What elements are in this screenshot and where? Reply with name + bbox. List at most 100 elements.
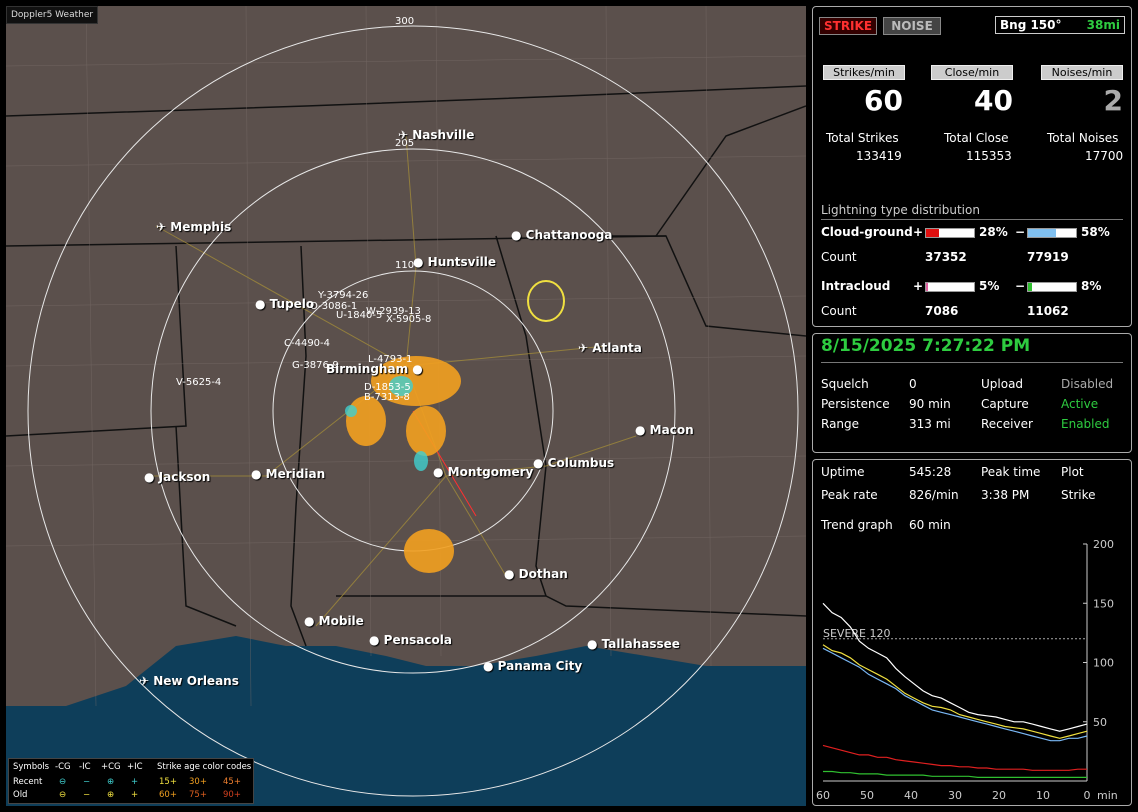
storm-tag[interactable]: B-7313-8: [364, 392, 410, 403]
range-label: Range: [821, 417, 860, 431]
city-atlanta: ✈ Atlanta: [578, 341, 642, 355]
city-huntsville: ● Huntsville: [413, 255, 496, 269]
ic-positive-pct: 5%: [979, 279, 1000, 293]
cg-negative-pct: 58%: [1081, 225, 1110, 239]
city-dot-icon: ●: [504, 567, 515, 581]
airport-icon: ✈: [398, 128, 409, 142]
bar-fill: [926, 229, 940, 237]
city-dothan: ● Dothan: [504, 567, 568, 581]
total-close-label: Total Close: [944, 131, 1009, 145]
city-dot-icon: ●: [144, 470, 155, 484]
squelch-value[interactable]: 0: [909, 377, 917, 391]
airport-icon: ✈: [139, 674, 150, 688]
pos-cg-icon: ⊕: [107, 790, 115, 800]
range-value[interactable]: 313 mi: [909, 417, 951, 431]
storm-tag[interactable]: V-5625-4: [176, 377, 221, 388]
uptime-label: Uptime: [821, 465, 865, 479]
age-code: 90+: [223, 790, 241, 800]
strike-button[interactable]: STRIKE: [819, 17, 877, 35]
total-close: 115353: [966, 149, 1012, 163]
plot-value[interactable]: Strike: [1061, 488, 1096, 502]
total-strikes-label: Total Strikes: [826, 131, 899, 145]
city-chattanooga: ● Chattanooga: [511, 228, 613, 242]
storm-tag[interactable]: Y-3794-26: [318, 290, 368, 301]
pos-cg-icon: ⊕: [107, 777, 115, 787]
legend-old-label: Old: [13, 790, 28, 800]
trend-panel: Uptime 545:28 Peak time Plot Peak rate 8…: [812, 459, 1132, 806]
pos-ic-icon: +: [131, 777, 139, 787]
city-tallahassee: ● Tallahassee: [587, 637, 680, 651]
upload-label: Upload: [981, 377, 1024, 391]
bar-fill: [926, 283, 929, 291]
neg-ic-icon: −: [83, 777, 91, 787]
peak-rate-value: 826/min: [909, 488, 959, 502]
age-code: 30+: [189, 777, 207, 787]
age-code: 45+: [223, 777, 241, 787]
bearing-value: Bng 150°: [1000, 18, 1062, 32]
airport-icon: ✈: [156, 220, 167, 234]
x-tick-label: 60: [816, 789, 830, 802]
persistence-label: Persistence: [821, 397, 890, 411]
storm-tag[interactable]: L-4793-1: [368, 354, 412, 365]
legend-symbols-label: Symbols: [13, 762, 50, 772]
storm-tag[interactable]: X-5905-8: [386, 314, 431, 325]
map-canvas: [6, 6, 806, 806]
divider: [821, 219, 1123, 220]
city-new-orleans: ✈ New Orleans: [139, 674, 239, 688]
x-tick-label: 10: [1036, 789, 1050, 802]
current-datetime: 8/15/2025 7:27:22 PM: [821, 336, 1031, 356]
storm-tag[interactable]: C-4490-4: [284, 338, 330, 349]
cg-negative-count: 77919: [1027, 250, 1069, 264]
minus-sign: −: [1015, 225, 1026, 239]
plot-label: Plot: [1061, 465, 1084, 479]
trend-series-line: [822, 644, 1088, 739]
plus-sign: +: [913, 279, 924, 293]
age-code: 60+: [159, 790, 177, 800]
bearing-readout: Bng 150° 38mi: [995, 16, 1125, 34]
ic-negative-count: 11062: [1027, 304, 1069, 318]
y-tick-label: 200: [1093, 538, 1114, 551]
trend-graph: 2001501005060 50 40 30 20 10 0 minSEVERE 120: [816, 538, 1118, 802]
symbol-legend: Symbols -CG -IC +CG +IC Strike age color…: [8, 758, 254, 804]
city-dot-icon: ●: [433, 465, 444, 479]
city-nashville: ✈ Nashville: [398, 128, 475, 142]
upload-value[interactable]: Disabled: [1061, 377, 1113, 391]
divider: [821, 362, 1123, 363]
legend-col: -CG: [55, 762, 71, 772]
range-label: 110: [395, 260, 415, 271]
city-tupelo: ● Tupelo: [255, 297, 315, 311]
trend-graph-value[interactable]: 60 min: [909, 518, 951, 532]
lightning-map[interactable]: Doppler5 Weather 300 205 110 ✈ Nashville…: [6, 6, 806, 806]
receiver-value[interactable]: Enabled: [1061, 417, 1110, 431]
strikes-per-min-header[interactable]: Strikes/min: [823, 65, 905, 80]
legend-col: +IC: [127, 762, 143, 772]
cg-negative-bar: [1027, 228, 1077, 238]
status-panel: 8/15/2025 7:27:22 PM Squelch 0 Upload Di…: [812, 333, 1132, 453]
x-tick-label: 30: [948, 789, 962, 802]
noises-per-min-header[interactable]: Noises/min: [1041, 65, 1123, 80]
capture-value[interactable]: Active: [1061, 397, 1098, 411]
noise-button[interactable]: NOISE: [883, 17, 941, 35]
uptime-value: 545:28: [909, 465, 952, 479]
squelch-label: Squelch: [821, 377, 869, 391]
city-pensacola: ● Pensacola: [369, 633, 452, 647]
trend-series-line: [823, 770, 1087, 778]
pos-ic-icon: +: [131, 790, 139, 800]
total-noises: 17700: [1085, 149, 1124, 163]
app-title: Doppler5 Weather: [6, 6, 99, 24]
strike-stats-panel: STRIKE NOISE Bng 150° 38mi Strikes/min C…: [812, 6, 1132, 327]
count-label: Count: [821, 250, 857, 264]
close-per-min-header[interactable]: Close/min: [931, 65, 1013, 80]
y-tick-label: 100: [1093, 657, 1114, 670]
y-tick-label: 50: [1093, 716, 1107, 729]
y-tick-label: 150: [1093, 597, 1114, 610]
plus-sign: +: [913, 225, 924, 239]
storm-tag[interactable]: G-3876-9: [292, 360, 339, 371]
persistence-value[interactable]: 90 min: [909, 397, 951, 411]
trend-graph-label: Trend graph: [821, 518, 893, 532]
trend-series-line: [822, 744, 1087, 771]
x-tick-label: 50: [860, 789, 874, 802]
bar-fill: [1028, 283, 1032, 291]
noise-rate: 2: [1103, 84, 1123, 117]
peak-time-value: 3:38 PM: [981, 488, 1030, 502]
